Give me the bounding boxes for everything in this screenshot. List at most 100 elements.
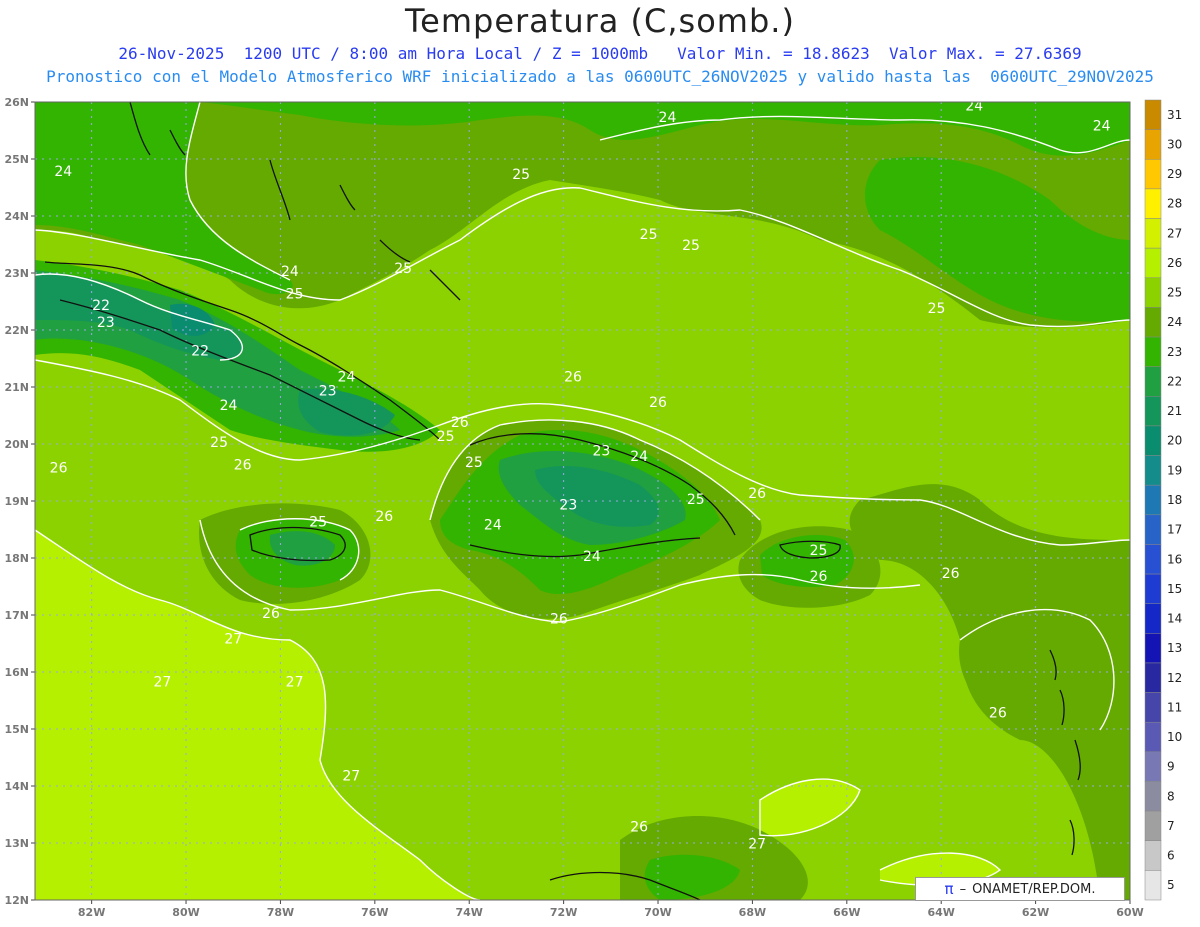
- colorbar-swatch: [1144, 277, 1162, 308]
- contour-label: 26: [550, 612, 568, 628]
- lat-label: 21N: [4, 381, 29, 394]
- colorbar-swatch: [1144, 840, 1162, 871]
- lat-label: 17N: [4, 609, 29, 622]
- lon-label: 60W: [1116, 906, 1143, 919]
- contour-label: 26: [262, 606, 280, 622]
- contour-label: 23: [592, 443, 610, 459]
- contour-label: 25: [512, 167, 530, 183]
- colorbar-swatch: [1144, 810, 1162, 841]
- contour-label: 26: [50, 461, 68, 477]
- lat-label: 16N: [4, 666, 29, 679]
- colorbar-label: 10: [1167, 730, 1182, 744]
- colorbar-label: 20: [1167, 434, 1182, 448]
- contour-label: 24: [659, 110, 677, 126]
- colorbar-swatch: [1144, 573, 1162, 604]
- colorbar-swatch: [1144, 336, 1162, 367]
- lat-label: 22N: [4, 324, 29, 337]
- colorbar-label: 9: [1167, 760, 1175, 774]
- colorbar-swatch: [1144, 425, 1162, 456]
- contour-label: 27: [286, 674, 304, 690]
- contour-label: 25: [687, 492, 705, 508]
- contour-label: 26: [942, 566, 960, 582]
- lat-label: 24N: [4, 210, 29, 223]
- contour-label: 26: [564, 369, 582, 385]
- colorbar-label: 23: [1167, 345, 1182, 359]
- contour-label: 26: [989, 706, 1007, 722]
- contour-label: 27: [154, 674, 172, 690]
- colorbar-swatch: [1144, 129, 1162, 160]
- contour-label: 24: [1093, 119, 1111, 135]
- lat-label: 25N: [4, 153, 29, 166]
- lat-label: 23N: [4, 267, 29, 280]
- contour-label: 26: [748, 486, 766, 502]
- contour-label: 25: [394, 261, 412, 277]
- lon-label: 76W: [361, 906, 388, 919]
- colorbar-swatch: [1144, 159, 1162, 190]
- colorbar-swatch: [1144, 514, 1162, 545]
- colorbar-swatch: [1144, 544, 1162, 575]
- colorbar-label: 30: [1167, 137, 1182, 151]
- colorbar-label: 27: [1167, 226, 1182, 240]
- colorbar-label: 29: [1167, 167, 1182, 181]
- colorbar-swatch: [1144, 99, 1162, 130]
- colorbar-label: 18: [1167, 493, 1182, 507]
- contour-label: 27: [342, 768, 360, 784]
- contour-label: 24: [583, 549, 601, 565]
- contour-label: 24: [281, 264, 299, 280]
- lon-label: 80W: [172, 906, 199, 919]
- contour-label: 27: [224, 632, 242, 648]
- lat-label: 18N: [4, 552, 29, 565]
- lat-label: 14N: [4, 780, 29, 793]
- contour-label: 24: [338, 369, 356, 385]
- colorbar-label: 15: [1167, 582, 1182, 596]
- logo-pi-icon: π: [944, 880, 954, 898]
- lon-label: 68W: [739, 906, 766, 919]
- lon-label: 70W: [644, 906, 671, 919]
- colorbar-label: 24: [1167, 315, 1182, 329]
- lon-label: 74W: [455, 906, 482, 919]
- colorbar-label: 21: [1167, 404, 1182, 418]
- contour-label: 26: [630, 820, 648, 836]
- contour-label: 22: [92, 298, 110, 314]
- colorbar-label: 26: [1167, 256, 1182, 270]
- colorbar-swatch: [1144, 781, 1162, 812]
- colorbar-label: 25: [1167, 286, 1182, 300]
- lon-label: 78W: [267, 906, 294, 919]
- lat-label: 13N: [4, 837, 29, 850]
- colorbar-swatch: [1144, 484, 1162, 516]
- colorbar-label: 8: [1167, 789, 1175, 803]
- colorbar-swatch: [1144, 662, 1162, 693]
- colorbar-swatch: [1144, 751, 1162, 782]
- colorbar-label: 22: [1167, 374, 1182, 388]
- temperature-map: 26N 25N 24N 23N 22N 21N 20N 19N 18N 17N 16N 15N 14N 1…: [4, 96, 1182, 919]
- contour-label: 25: [210, 435, 228, 451]
- colorbar-swatch: [1144, 396, 1162, 427]
- colorbar-label: 7: [1167, 819, 1175, 833]
- contour-label: 23: [319, 384, 337, 400]
- lon-label: 66W: [833, 906, 860, 919]
- lon-label: 72W: [550, 906, 577, 919]
- colorbar-swatch: [1144, 603, 1162, 634]
- lat-label: 19N: [4, 495, 29, 508]
- colorbar-label: 5: [1167, 878, 1175, 892]
- lon-label: 82W: [78, 906, 105, 919]
- colorbar-label: 6: [1167, 849, 1175, 863]
- lat-label: 12N: [4, 894, 29, 907]
- colorbar-swatch: [1144, 455, 1162, 486]
- colorbar-swatch: [1144, 247, 1162, 279]
- credit-text: ONAMET/REP.DOM.: [972, 881, 1096, 897]
- contour-label: 23: [559, 498, 577, 514]
- colorbar: 31 30 29 28 27 26 25 24 23 22 21 20 19 18 17 16 15 14 13 12…: [1144, 99, 1182, 901]
- colorbar-label: 31: [1167, 108, 1182, 122]
- contour-label: 24: [54, 164, 72, 180]
- lon-label: 62W: [1022, 906, 1049, 919]
- colorbar-label: 17: [1167, 523, 1182, 537]
- contour-label: 25: [309, 515, 327, 531]
- colorbar-swatch: [1144, 307, 1162, 338]
- contour-label: 26: [234, 458, 252, 474]
- lon-label: 64W: [927, 906, 954, 919]
- lat-label: 15N: [4, 723, 29, 736]
- contour-label: 25: [810, 543, 828, 559]
- contour-label: 25: [640, 227, 658, 243]
- contour-label: 25: [465, 455, 483, 471]
